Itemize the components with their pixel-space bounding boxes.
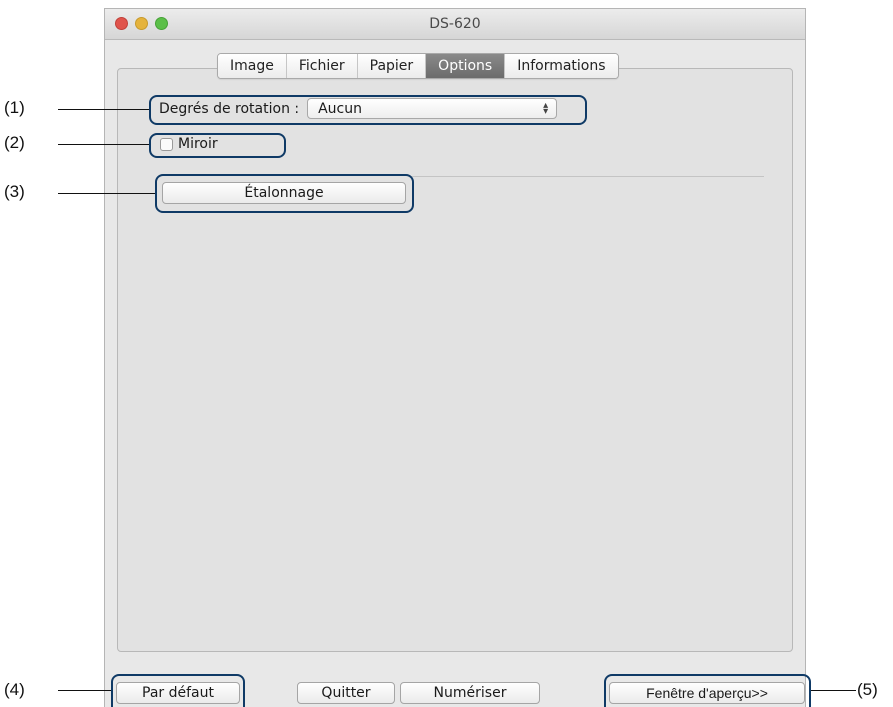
tab-fichier[interactable]: Fichier xyxy=(286,54,358,78)
quit-button[interactable]: Quitter xyxy=(297,682,395,704)
options-separator xyxy=(412,176,764,177)
callout-label-4: (4) xyxy=(4,680,25,699)
callout-line-4 xyxy=(58,690,111,691)
callout-line-3 xyxy=(58,193,155,194)
callout-label-1: (1) xyxy=(4,98,25,117)
callout-line-1 xyxy=(58,109,149,110)
tab-image[interactable]: Image xyxy=(218,54,287,78)
callout-box-3 xyxy=(155,174,414,213)
callout-box-1 xyxy=(149,95,587,125)
tab-options[interactable]: Options xyxy=(426,54,506,78)
tab-bar: Image Fichier Papier Options Information… xyxy=(217,53,619,79)
tab-papier[interactable]: Papier xyxy=(357,54,427,78)
title-bar: DS-620 xyxy=(105,9,805,40)
callout-line-5 xyxy=(811,690,856,691)
callout-label-5: (5) xyxy=(857,680,878,699)
scan-button[interactable]: Numériser xyxy=(400,682,540,704)
callout-line-2 xyxy=(58,144,149,145)
callout-label-2: (2) xyxy=(4,133,25,152)
callout-box-4 xyxy=(111,674,245,707)
callout-label-3: (3) xyxy=(4,182,25,201)
tab-informations[interactable]: Informations xyxy=(505,54,618,78)
callout-box-2 xyxy=(149,133,286,158)
callout-box-5 xyxy=(604,674,811,707)
window-title: DS-620 xyxy=(429,16,481,32)
